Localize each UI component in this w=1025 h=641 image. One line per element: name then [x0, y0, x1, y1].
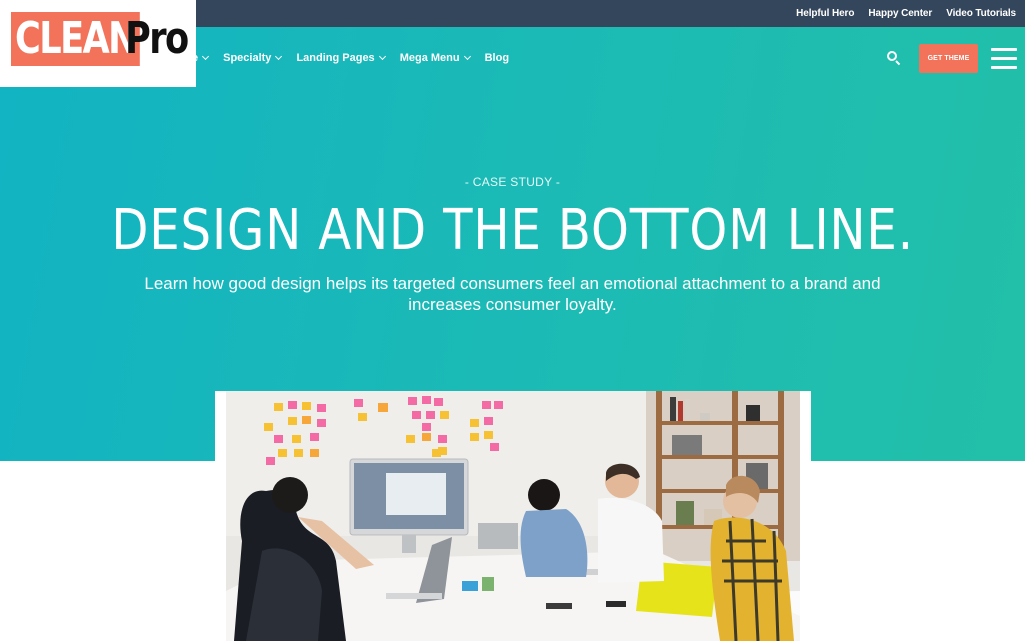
- utility-link-helpful-hero[interactable]: Helpful Hero: [796, 8, 854, 19]
- nav-item-label: Mega Menu: [399, 52, 460, 64]
- logo-clean-text: CLEAN: [11, 12, 141, 66]
- site-logo[interactable]: CLEAN Pro: [0, 0, 196, 87]
- utility-links: Helpful Hero Happy Center Video Tutorial…: [796, 0, 1016, 27]
- nav-item-mega-menu[interactable]: Mega Menu: [399, 52, 471, 64]
- chevron-down-icon: [378, 52, 386, 61]
- chevron-down-icon: [275, 52, 283, 61]
- hero-headline: DESIGN AND THE BOTTOM LINE.: [0, 196, 1025, 266]
- case-study-eyebrow: - CASE STUDY -: [464, 175, 561, 189]
- logo-pro-text: Pro: [125, 13, 189, 64]
- featured-image-frame: [215, 391, 811, 641]
- get-theme-button[interactable]: GET THEME: [919, 44, 978, 73]
- chevron-down-icon: [202, 52, 210, 61]
- hero-headline-text: DESIGN AND THE BOTTOM LINE.: [111, 198, 914, 263]
- nav-item-landing-pages[interactable]: Landing Pages: [296, 52, 386, 64]
- chevron-down-icon: [463, 52, 471, 61]
- hero-lede: Learn how good design helps its targeted…: [144, 274, 881, 314]
- nav-item-specialty[interactable]: Specialty: [223, 52, 283, 64]
- nav-item-blog[interactable]: Blog: [485, 52, 509, 64]
- nav-item-label: Blog: [484, 52, 510, 64]
- utility-link-video-tutorials[interactable]: Video Tutorials: [946, 8, 1016, 19]
- search-icon[interactable]: [886, 50, 902, 66]
- team-meeting-photo: [226, 391, 800, 641]
- main-nav: e Specialty Landing Pages Mega Menu Blog: [192, 49, 524, 67]
- nav-item-label: Specialty: [223, 52, 272, 64]
- nav-item-label: Landing Pages: [296, 52, 375, 64]
- hamburger-icon[interactable]: [991, 48, 1017, 70]
- utility-link-happy-center[interactable]: Happy Center: [868, 8, 932, 19]
